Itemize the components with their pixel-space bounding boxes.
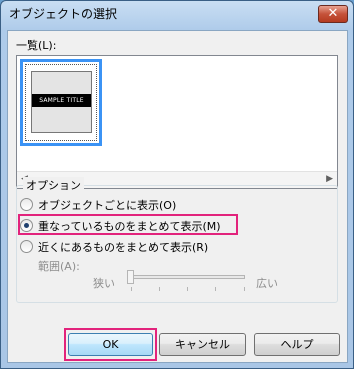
dialog-body: 一覧(L): SAMPLE TITLE ◀ ▶ オプション オブジェクトごとに表… <box>7 30 348 363</box>
help-button[interactable]: ヘルプ <box>254 333 340 356</box>
list-item-selected[interactable]: SAMPLE TITLE <box>20 59 102 146</box>
slider-tick <box>215 287 216 291</box>
range-max-label: 広い <box>256 277 278 290</box>
range-label: 範囲(A): <box>38 260 80 273</box>
thumbnail-title: SAMPLE TITLE <box>32 94 91 107</box>
radio-label: 近くにあるものをまとめて表示(R) <box>38 241 209 254</box>
thumbnail-preview: SAMPLE TITLE <box>31 71 92 133</box>
dialog-window: オブジェクトの選択 ✕ 一覧(L): SAMPLE TITLE ◀ ▶ オプショ… <box>0 0 354 369</box>
radio-group-overlapping[interactable]: 重なっているものをまとめて表示(M) <box>20 218 221 234</box>
window-title: オブジェクトの選択 <box>9 7 118 21</box>
scroll-right-icon[interactable]: ▶ <box>326 174 333 184</box>
radio-checked-icon <box>20 219 33 232</box>
slider-tick <box>187 287 188 291</box>
slider-tick <box>159 287 160 291</box>
radio-icon <box>20 198 33 211</box>
radio-label: 重なっているものをまとめて表示(M) <box>38 220 221 233</box>
focus-rectangle: SAMPLE TITLE <box>25 64 97 141</box>
cancel-button[interactable]: キャンセル <box>159 333 246 356</box>
range-slider-track[interactable] <box>131 275 245 279</box>
ok-button[interactable]: OK <box>68 333 153 356</box>
range-slider-thumb[interactable] <box>127 270 134 284</box>
radio-icon <box>20 240 33 253</box>
slider-tick <box>131 287 132 291</box>
slider-tick <box>244 287 245 291</box>
options-group-label: オプション <box>23 177 84 193</box>
radio-label: オブジェクトごとに表示(O) <box>38 199 177 212</box>
radio-group-nearby[interactable]: 近くにあるものをまとめて表示(R) <box>20 239 208 255</box>
object-list[interactable]: SAMPLE TITLE ◀ ▶ <box>16 55 338 189</box>
radio-per-object[interactable]: オブジェクトごとに表示(O) <box>20 197 176 213</box>
close-button[interactable]: ✕ <box>318 5 348 23</box>
title-bar: オブジェクトの選択 <box>1 1 353 29</box>
range-min-label: 狭い <box>93 277 115 290</box>
list-label: 一覧(L): <box>16 39 57 52</box>
